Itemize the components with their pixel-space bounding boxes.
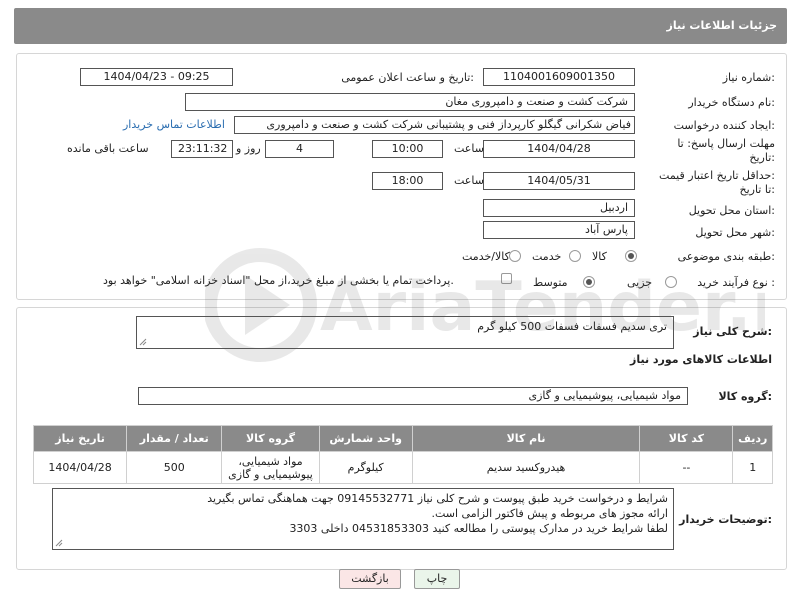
validity-time-label: ساعت xyxy=(454,174,484,187)
back-button[interactable]: بازگشت xyxy=(339,569,401,589)
col-header-code: کد کالا xyxy=(639,425,734,452)
table-header-row: ردیف کد کالا نام کالا واحد شمارش گروه کا… xyxy=(32,425,773,452)
province-label: استان محل تحویل: xyxy=(688,204,775,217)
validity-label: حداقل تاریخ اعتبار قیمت: xyxy=(659,169,775,182)
cell-row: 1 xyxy=(732,451,773,484)
need-info-panel: شماره نیاز: 1104001609001350 تاریخ و ساع… xyxy=(16,53,787,300)
buyer-notes-label: توضیحات خریدار: xyxy=(679,513,772,526)
time-remaining-label: ساعت باقی مانده xyxy=(67,142,149,155)
category-label: طبقه بندی موضوعی: xyxy=(677,250,775,263)
process-option-minor: جزیی xyxy=(627,276,653,289)
buyer-contact-link[interactable]: اطلاعات تماس خریدار xyxy=(123,118,225,131)
city-label: شهر محل تحویل: xyxy=(695,226,775,239)
days-label: روز و xyxy=(236,142,261,155)
city-field: پارس آباد xyxy=(483,221,635,239)
summary-textarea[interactable]: تری سدیم فسفات فسفات 500 کیلو گرم xyxy=(136,316,674,349)
category-radio-goods[interactable] xyxy=(625,250,637,262)
deadline-label: مهلت ارسال پاسخ: تا xyxy=(677,137,775,150)
treasury-payment-checkbox[interactable] xyxy=(501,273,512,284)
resize-handle-icon[interactable] xyxy=(139,338,147,346)
cell-name: هیدروکسید سدیم xyxy=(411,451,641,484)
announce-field: 1404/04/23 - 09:25 xyxy=(80,68,233,86)
print-button[interactable]: چاپ xyxy=(414,569,460,589)
goods-section-title: اطلاعات کالاهای مورد نیاز xyxy=(630,353,772,366)
announce-label: تاریخ و ساعت اعلان عمومی: xyxy=(341,71,474,84)
need-number-label: شماره نیاز: xyxy=(722,71,775,84)
deadline-date-field: 1404/04/28 xyxy=(483,140,635,158)
buyer-label: نام دستگاه خریدار: xyxy=(688,96,775,109)
goods-group-field: مواد شیمیایی، پیوشیمیایی و گازی xyxy=(138,387,688,405)
deadline-time-field: 10:00 xyxy=(372,140,443,158)
process-option-medium: متوسط xyxy=(533,276,568,289)
summary-label: شرح کلی نیاز: xyxy=(693,325,772,338)
cell-date: 1404/04/28 xyxy=(32,451,128,484)
buyer-field: شرکت کشت و صنعت و دامپروری مغان xyxy=(185,93,635,111)
buyer-notes-line2: ارائه مجوز های مربوطه و پیش فاکتور الزام… xyxy=(431,507,668,520)
page-header: جزئیات اطلاعات نیاز xyxy=(14,8,787,44)
validity-date-field: 1404/05/31 xyxy=(483,172,635,190)
table-row: 1 -- هیدروکسید سدیم کیلوگرم مواد شیمیایی… xyxy=(32,451,773,484)
process-radio-minor[interactable] xyxy=(665,276,677,288)
col-header-unit: واحد شمارش xyxy=(318,425,413,452)
cell-group-line1: مواد شیمیایی، xyxy=(238,454,303,468)
cell-group-line2: پیوشیمیایی و گازی xyxy=(228,467,313,481)
goods-table: ردیف کد کالا نام کالا واحد شمارش گروه کا… xyxy=(32,425,773,484)
need-number-field: 1104001609001350 xyxy=(483,68,635,86)
goods-group-label: گروه کالا: xyxy=(718,390,772,403)
category-radio-both[interactable] xyxy=(509,250,521,262)
category-option-service: خدمت xyxy=(532,250,562,263)
buyer-notes-line3: لطفا شرایط خرید در مدارک پیوستی را مطالع… xyxy=(289,522,668,535)
category-option-goods: کالا xyxy=(592,250,607,263)
cell-group: مواد شیمیایی، پیوشیمیایی و گازی xyxy=(221,451,320,484)
cell-qty: 500 xyxy=(126,451,223,484)
treasury-payment-note: پرداخت تمام یا بخشی از مبلغ خرید،از محل … xyxy=(103,274,454,287)
deadline-label-2: تاریخ: xyxy=(749,151,775,164)
validity-time-field: 18:00 xyxy=(372,172,443,190)
process-label: نوع فرآیند خرید : xyxy=(697,276,775,289)
resize-handle-icon[interactable] xyxy=(55,539,63,547)
days-remaining-field: 4 xyxy=(265,140,334,158)
deadline-time-label: ساعت xyxy=(454,142,484,155)
col-header-row: ردیف xyxy=(732,425,773,452)
buyer-notes-textarea[interactable]: شرایط و درخواست خرید طبق پیوست و شرح کلی… xyxy=(52,488,674,550)
col-header-group: گروه کالا xyxy=(221,425,320,452)
page-title: جزئیات اطلاعات نیاز xyxy=(666,19,778,32)
category-option-both: کالا/خدمت xyxy=(462,250,510,263)
cell-unit: کیلوگرم xyxy=(318,451,413,484)
validity-label-2: تا تاریخ: xyxy=(739,183,775,196)
province-field: اردبیل xyxy=(483,199,635,217)
creator-field: فیاض شکرانی گیگلو کارپرداز فنی و پشتیبان… xyxy=(234,116,635,134)
time-remaining-field: 23:11:32 xyxy=(171,140,233,158)
col-header-name: نام کالا xyxy=(411,425,641,452)
creator-label: ایجاد کننده درخواست: xyxy=(673,119,775,132)
cell-code: -- xyxy=(639,451,734,484)
process-radio-medium[interactable] xyxy=(583,276,595,288)
buyer-notes-line1: شرایط و درخواست خرید طبق پیوست و شرح کلی… xyxy=(207,492,668,505)
summary-text: تری سدیم فسفات فسفات 500 کیلو گرم xyxy=(477,320,667,333)
col-header-qty: تعداد / مقدار xyxy=(126,425,223,452)
category-radio-service[interactable] xyxy=(569,250,581,262)
goods-panel: شرح کلی نیاز: تری سدیم فسفات فسفات 500 ک… xyxy=(16,307,787,570)
col-header-date: تاریخ نیاز xyxy=(32,425,128,452)
